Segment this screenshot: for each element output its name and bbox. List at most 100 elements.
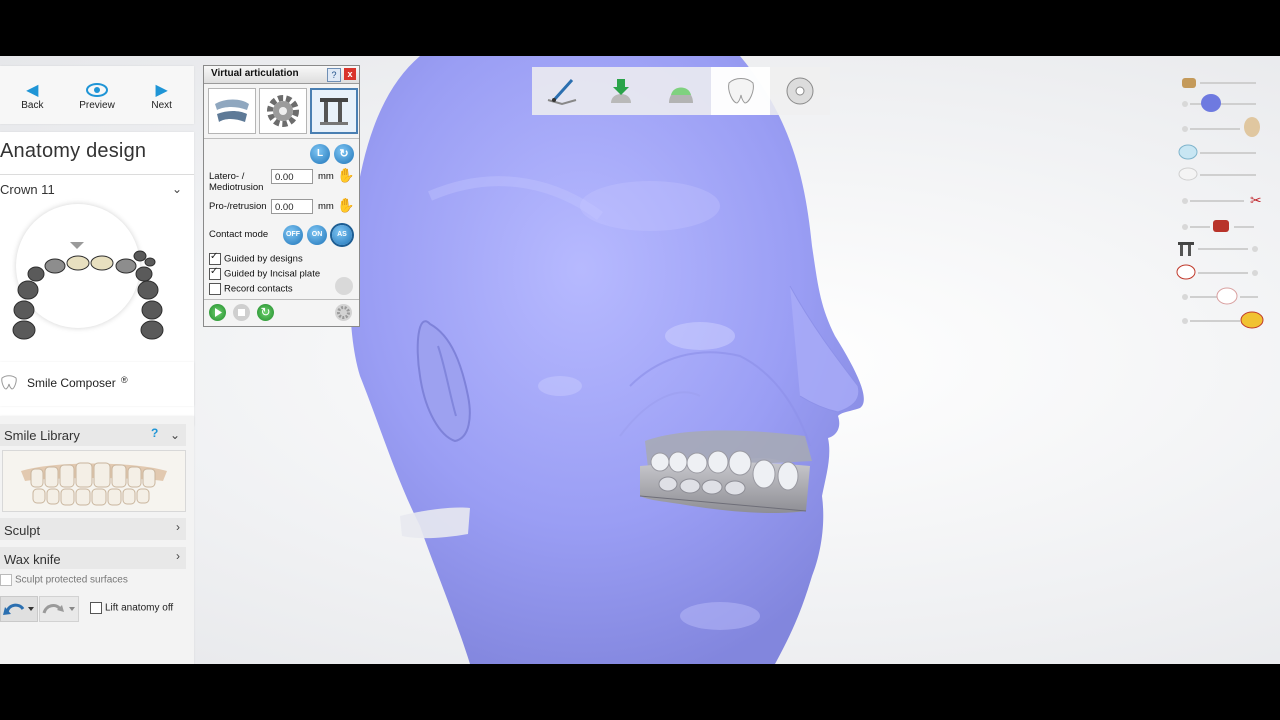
sculpt-protected-checkbox[interactable] xyxy=(0,574,12,586)
lock-l-button[interactable]: L xyxy=(310,144,330,164)
workflow-steps-bar xyxy=(532,67,830,115)
chevron-right-icon[interactable]: › xyxy=(176,549,180,563)
chevron-down-icon[interactable]: ⌄ xyxy=(172,182,182,196)
undo-icon xyxy=(3,603,34,615)
margin-step-icon[interactable] xyxy=(532,67,592,115)
guided-incisal-checkbox[interactable] xyxy=(209,266,221,280)
eye-toggle-icon[interactable] xyxy=(335,277,353,295)
redo-icon xyxy=(42,604,75,614)
settings-gear-button[interactable] xyxy=(335,304,352,321)
dialog-titlebar[interactable]: Virtual articulation ? x xyxy=(204,66,359,84)
redo-button[interactable] xyxy=(39,596,79,622)
articulator-jaw-tool[interactable] xyxy=(208,88,256,134)
smile-composer-label: Smile Composer xyxy=(27,376,116,390)
slider-row-tooth-library[interactable] xyxy=(1176,286,1268,308)
dialog-title: Virtual articulation xyxy=(211,68,299,79)
wizard-nav: ◀ Back Preview ▶ Next xyxy=(0,66,194,124)
refresh-icon: ↻ xyxy=(339,148,349,160)
slider-row-prep-model[interactable] xyxy=(1176,72,1268,94)
smile-library-label: Smile Library xyxy=(4,428,80,443)
undo-button[interactable] xyxy=(0,596,38,622)
replay-icon: ↻ xyxy=(260,305,271,319)
eye-icon xyxy=(86,80,108,100)
slider-row-face-photo[interactable] xyxy=(1176,117,1268,140)
latero-label-line2: Mediotrusion xyxy=(209,182,264,193)
scissors-icon: ✂ xyxy=(1250,192,1262,208)
stop-icon xyxy=(238,309,245,316)
tooth-selector-label: Crown 11 xyxy=(0,182,55,197)
tools-card: Smile Library ? ⌄ Sculpt › Wax knife › S… xyxy=(0,416,194,664)
dental-arch-icon[interactable] xyxy=(0,198,194,348)
anatomy-step-icon[interactable] xyxy=(710,67,771,115)
record-contacts-label: Record contacts xyxy=(224,283,293,295)
chevron-down-icon[interactable]: ⌄ xyxy=(170,428,180,442)
slider-row-margin[interactable] xyxy=(1176,262,1268,284)
next-label: Next xyxy=(151,99,172,111)
incisal-plate-tool[interactable] xyxy=(310,88,358,134)
back-button[interactable]: ◀ Back xyxy=(0,66,65,124)
dental-models xyxy=(639,430,812,514)
slider-row-head-scan[interactable] xyxy=(1176,93,1268,115)
stop-button[interactable] xyxy=(233,304,250,321)
dialog-help-button[interactable]: ? xyxy=(327,68,341,82)
arrow-left-icon: ◀ xyxy=(26,81,39,99)
design-crown-icon xyxy=(1240,311,1264,329)
slider-row-design-crown[interactable] xyxy=(1176,310,1268,332)
face-photo-icon xyxy=(1244,117,1260,137)
nose-shape xyxy=(789,285,860,413)
divider xyxy=(204,138,359,139)
cement-gap-step-icon[interactable] xyxy=(651,67,711,115)
preview-button[interactable]: Preview xyxy=(65,66,130,124)
next-button[interactable]: ▶ Next xyxy=(129,66,194,124)
sculpt-label: Sculpt xyxy=(4,523,41,538)
latero-unit: mm xyxy=(318,171,334,182)
3d-viewport[interactable]: ◀ Back Preview ▶ Next Anatomy design Cro… xyxy=(0,56,1280,664)
contact-off-button[interactable]: OFF xyxy=(283,225,303,245)
articulator-jaw-icon xyxy=(215,99,249,122)
slider-row-articulator[interactable] xyxy=(1176,238,1268,260)
tooth-margin-icon xyxy=(1176,264,1196,280)
teeth-preview-image xyxy=(21,462,167,506)
insertion-axis-step-icon[interactable] xyxy=(592,67,652,115)
record-contacts-option[interactable]: Record contacts xyxy=(209,283,293,295)
hand-icon[interactable]: ✋ xyxy=(337,197,354,214)
slider-row-crown[interactable] xyxy=(1176,216,1268,238)
divider xyxy=(0,174,194,175)
latero-label: Latero- / Mediotrusion xyxy=(209,171,263,193)
sculpt-protected-option[interactable]: Sculpt protected surfaces xyxy=(0,574,128,586)
settings-tool[interactable] xyxy=(259,88,307,134)
smile-library-thumbnail[interactable] xyxy=(2,450,186,512)
chevron-right-icon[interactable]: › xyxy=(176,520,180,534)
slider-row-antagonist[interactable] xyxy=(1176,142,1268,164)
slider-row-gingiva[interactable] xyxy=(1176,164,1268,186)
guided-designs-option[interactable]: Guided by designs xyxy=(209,251,303,265)
lift-anatomy-option[interactable]: Lift anatomy off xyxy=(90,602,173,614)
contact-as-button[interactable]: AS xyxy=(332,225,352,245)
output-step-icon[interactable] xyxy=(770,67,830,115)
lift-anatomy-label: Lift anatomy off xyxy=(105,602,174,614)
gear-icon xyxy=(267,95,299,127)
play-button[interactable] xyxy=(209,304,226,321)
preview-label: Preview xyxy=(79,99,115,111)
guided-incisal-label: Guided by Incisal plate xyxy=(224,268,321,280)
replay-button[interactable]: ↻ xyxy=(257,304,274,321)
guided-incisal-option[interactable]: Guided by Incisal plate xyxy=(209,266,321,280)
record-contacts-checkbox[interactable] xyxy=(209,283,221,295)
play-icon xyxy=(215,308,222,317)
smile-composer-card[interactable]: Smile Composer ® xyxy=(0,362,194,406)
lift-anatomy-checkbox[interactable] xyxy=(90,602,102,614)
pro-retrusion-input[interactable]: 0.00 xyxy=(271,199,313,214)
slider-row-cutback[interactable]: ✂ xyxy=(1176,190,1268,212)
dialog-close-button[interactable]: x xyxy=(344,68,356,80)
incisal-plate-icon xyxy=(320,98,348,125)
tooth-library-icon xyxy=(1216,287,1238,305)
divider xyxy=(204,299,359,300)
wax-knife-label: Wax knife xyxy=(4,552,61,567)
reset-rotation-button[interactable]: ↻ xyxy=(334,144,354,164)
contact-mode-label: Contact mode xyxy=(209,229,269,240)
contact-on-button[interactable]: ON xyxy=(307,225,327,245)
hand-icon[interactable]: ✋ xyxy=(337,167,354,184)
help-icon[interactable]: ? xyxy=(151,426,158,440)
latero-input[interactable]: 0.00 xyxy=(271,169,313,184)
guided-designs-checkbox[interactable] xyxy=(209,251,221,265)
